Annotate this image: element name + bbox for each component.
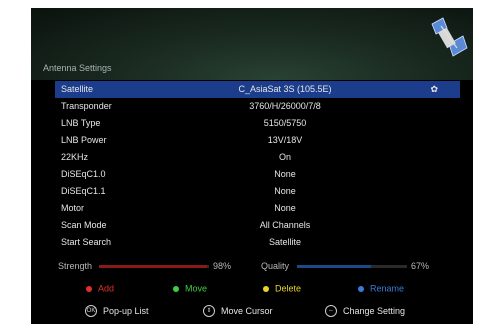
strength-bar <box>99 265 209 268</box>
quality-bar <box>297 265 407 268</box>
satellite-icon <box>431 17 468 57</box>
red-key-add[interactable]: Add <box>86 283 114 294</box>
key-label: Add <box>98 283 115 294</box>
row-label: Motor <box>61 203 85 213</box>
hint-label: Move Cursor <box>221 306 273 316</box>
row-label: LNB Power <box>61 135 107 145</box>
hint-change-setting: ⇔ Change Setting <box>325 305 405 317</box>
arrows-button-icon: ⇕ <box>203 305 215 317</box>
row-label: Scan Mode <box>61 220 107 230</box>
row-value[interactable]: 3760/H/26000/7/8 <box>249 101 321 111</box>
strength-bar-fill <box>99 265 207 268</box>
row-value[interactable]: None <box>274 186 296 196</box>
hint-label: Pop-up List <box>103 306 149 316</box>
row-value[interactable]: On <box>279 152 291 162</box>
antenna-settings-screen: Antenna Settings Satellite C_AsiaSat 3S … <box>31 8 473 324</box>
settings-row-motor[interactable]: Motor None <box>55 200 460 217</box>
row-value[interactable]: C_AsiaSat 3S (105.5E) <box>238 84 331 94</box>
key-label: Move <box>185 283 208 294</box>
row-label: DiSEqC1.1 <box>61 186 106 196</box>
quality-label: Quality <box>261 261 290 271</box>
left-right-button-icon: ⇔ <box>325 305 337 317</box>
row-label: Transponder <box>61 101 112 111</box>
key-label: Delete <box>275 283 302 294</box>
header-banner: Antenna Settings <box>31 8 473 80</box>
yellow-key-delete[interactable]: Delete <box>263 283 301 294</box>
row-label: Satellite <box>61 84 94 94</box>
ok-button-icon: OK <box>85 305 97 317</box>
settings-row-diseqc11[interactable]: DiSEqC1.1 None <box>55 183 460 200</box>
yellow-dot-icon <box>263 285 269 292</box>
settings-row-transponder[interactable]: Transponder 3760/H/26000/7/8 <box>55 98 460 115</box>
green-dot-icon <box>173 285 179 292</box>
row-value[interactable]: All Channels <box>260 220 311 230</box>
settings-row-22khz[interactable]: 22KHz On <box>55 149 460 166</box>
row-value[interactable]: 13V/18V <box>268 135 303 145</box>
settings-list: Satellite C_AsiaSat 3S (105.5E) ✿ Transp… <box>55 81 460 251</box>
blue-dot-icon <box>358 285 364 292</box>
hint-move-cursor: ⇕ Move Cursor <box>203 305 273 317</box>
red-dot-icon <box>86 285 92 292</box>
key-label: Rename <box>370 283 405 294</box>
green-key-move[interactable]: Move <box>173 283 207 294</box>
hint-popup-list: OK Pop-up List <box>85 305 149 317</box>
quality-bar-fill <box>297 265 371 268</box>
row-value[interactable]: 5150/5750 <box>264 118 307 128</box>
quality-percent: 67% <box>411 261 430 271</box>
hint-label: Change Setting <box>343 306 406 316</box>
settings-row-diseqc10[interactable]: DiSEqC1.0 None <box>55 166 460 183</box>
options-icon: ✿ <box>430 84 438 94</box>
row-label: DiSEqC1.0 <box>61 169 106 179</box>
row-value[interactable]: None <box>274 203 296 213</box>
row-label: Start Search <box>61 237 112 247</box>
page-title: Antenna Settings <box>43 63 112 73</box>
settings-row-lnb-type[interactable]: LNB Type 5150/5750 <box>55 115 460 132</box>
row-label: 22KHz <box>61 152 89 162</box>
row-value[interactable]: Satellite <box>269 237 301 247</box>
strength-percent: 98% <box>213 261 232 271</box>
row-value[interactable]: None <box>274 169 296 179</box>
settings-row-scan-mode[interactable]: Scan Mode All Channels <box>55 217 460 234</box>
settings-row-start-search[interactable]: Start Search Satellite <box>55 234 460 251</box>
settings-row-lnb-power[interactable]: LNB Power 13V/18V <box>55 132 460 149</box>
row-label: LNB Type <box>61 118 101 128</box>
blue-key-rename[interactable]: Rename <box>358 283 404 294</box>
strength-label: Strength <box>58 261 93 271</box>
settings-row-satellite[interactable]: Satellite C_AsiaSat 3S (105.5E) ✿ <box>55 81 460 98</box>
